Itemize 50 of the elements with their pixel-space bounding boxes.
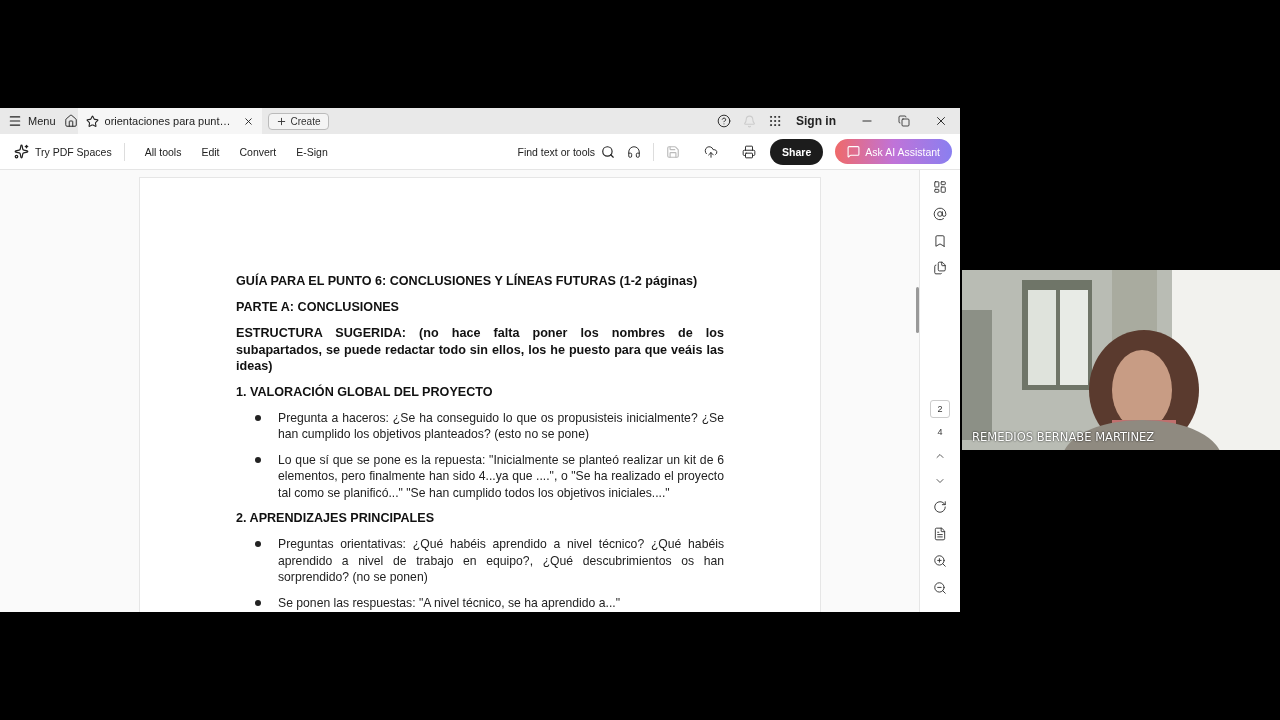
pdf-spaces-button[interactable]: Try PDF Spaces xyxy=(14,134,112,169)
zoom-in-icon[interactable] xyxy=(933,554,947,568)
plus-icon xyxy=(275,115,287,127)
apps-icon[interactable] xyxy=(768,114,782,128)
bullet-icon xyxy=(255,414,261,421)
section-heading: 2. APRENDIZAJES PRINCIPALES xyxy=(236,510,436,526)
upload-icon[interactable] xyxy=(704,144,719,159)
bullet-text: Preguntas orientativas: ¿Qué habéis aprendido a nivel técnico? ¿Qué habéis aprendido a nivel de trabajo en equipo?, ¿Qué descubrimientos os han sorprendido? (no se ponen) xyxy=(278,536,724,586)
document-tab[interactable]: orientaciones para punt… xyxy=(77,108,262,134)
headphones-icon[interactable] xyxy=(627,144,642,159)
bookmark-icon[interactable] xyxy=(933,234,947,248)
search-icon xyxy=(601,144,616,159)
bullet-text: Se ponen las respuestas: "A nivel técnico, se ha aprendido a..." xyxy=(278,594,621,611)
pages-icon[interactable] xyxy=(933,261,947,275)
menu-button[interactable]: Menu xyxy=(0,108,64,134)
bullet-icon xyxy=(255,456,261,463)
panel-icon[interactable] xyxy=(933,180,947,194)
print-icon[interactable] xyxy=(742,144,757,159)
bullet-icon xyxy=(255,541,261,547)
star-icon[interactable] xyxy=(85,114,99,128)
tab-title[interactable]: orientaciones para punt… xyxy=(104,115,231,127)
zoom-out-icon[interactable] xyxy=(933,581,947,595)
section-heading: GUÍA PARA EL PUNTO 6: CONCLUSIONES Y LÍNEAS FUTURAS (1-2 páginas) xyxy=(236,273,699,289)
help-icon[interactable] xyxy=(717,114,731,128)
paragraph: ESTRUCTURA SUGERIDA: (no hace falta poner los nombres de los subapartados, se puede redactar todo sin ellos, los he puesto para que veáis las ideas) xyxy=(236,325,724,375)
menu-icon xyxy=(8,114,22,128)
tool-menu-item[interactable]: E-Sign xyxy=(288,134,336,169)
rotate-icon[interactable] xyxy=(933,500,947,514)
tool-menu-item[interactable]: Edit xyxy=(193,134,228,169)
chat-icon xyxy=(847,145,861,158)
tool-menu-item[interactable]: All tools xyxy=(136,134,190,169)
scrollbar[interactable] xyxy=(916,287,919,333)
close-tab-icon[interactable] xyxy=(242,115,254,127)
sign-in-button[interactable]: Sign in xyxy=(790,113,842,129)
find-field[interactable]: Find text or tools xyxy=(509,134,624,169)
tool-menu-item[interactable]: Convert xyxy=(231,134,285,169)
bullet-text: Lo que sí que se pone es la repuesta: "Inicialmente se planteó realizar un kit de 6 elementos, pero finalmente han sido 4...ya que ....", o "Se ha realizado el proyecto tal como se planificó..." "Se han cumplido todos los objetivos iniciales...." xyxy=(278,451,724,501)
fit-page-icon[interactable] xyxy=(933,527,947,541)
restore-icon[interactable] xyxy=(898,115,910,127)
page-number-field[interactable]: 2 xyxy=(930,400,950,418)
create-button[interactable]: Create xyxy=(267,112,329,130)
bullet-text: Pregunta a haceros: ¿Se ha conseguido lo que os propusisteis inicialmente? ¿Se han cumplido los objetivos planteados? (esto no se pone) xyxy=(278,409,724,443)
participant-name: REMEDIOS BERNABE MARTINEZ xyxy=(972,430,1155,444)
section-heading: PARTE A: CONCLUSIONES xyxy=(236,299,401,315)
share-button[interactable]: Share xyxy=(770,138,824,165)
home-icon[interactable] xyxy=(63,114,78,128)
bullet-icon xyxy=(255,599,261,606)
close-icon[interactable] xyxy=(934,114,948,128)
section-heading: 1. VALORACIÓN GLOBAL DEL PROYECTO xyxy=(236,383,494,400)
page-total: 4 xyxy=(937,427,943,437)
